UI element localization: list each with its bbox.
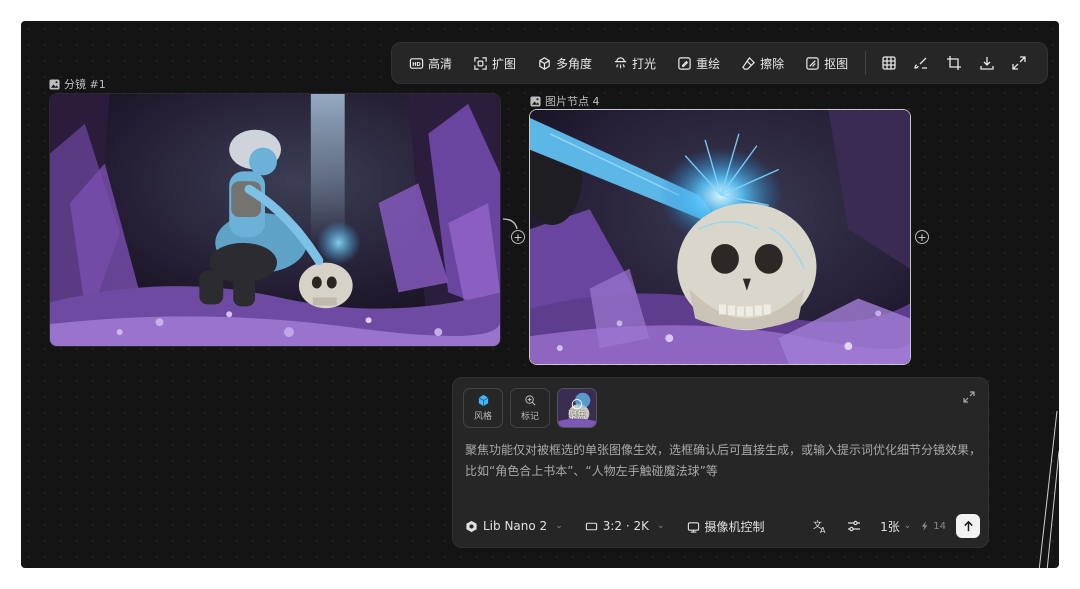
count-label: 1张 — [880, 519, 900, 534]
hd-icon: HD — [409, 57, 424, 69]
expand-panel-icon[interactable] — [962, 390, 976, 404]
chevron-down-icon: ⌄ — [555, 521, 563, 531]
multi-angle-label: 多角度 — [556, 56, 593, 71]
grid-button[interactable] — [874, 48, 904, 78]
node-connector — [502, 218, 518, 230]
hd-label: 高清 — [428, 56, 453, 71]
download-icon — [979, 57, 994, 70]
node1-title: 分镜 #1 — [49, 76, 106, 92]
node2-title: 图片节点 4 — [530, 93, 600, 109]
send-button[interactable] — [956, 514, 980, 538]
hd-button[interactable]: HD 高清 — [402, 48, 459, 78]
image-node-4[interactable] — [529, 109, 911, 365]
prompt-settings-bar: Lib Nano 2 ⌄ 3:2 · 2K ⌄ 摄像机控制 文A 1张 ⌄ 14 — [465, 513, 980, 539]
erase-label: 擦除 — [760, 56, 785, 71]
brush-button[interactable] — [907, 48, 937, 78]
crop-icon — [947, 56, 962, 70]
storyboard-picture — [50, 94, 500, 346]
add-node-button-right[interactable]: + — [915, 230, 929, 244]
image-icon — [49, 78, 60, 90]
lighting-label: 打光 — [632, 56, 657, 71]
lighting-icon — [614, 56, 627, 68]
focus-chip[interactable]: 聚焦 — [557, 388, 597, 428]
mark-chip-label: 标记 — [520, 412, 539, 422]
camera-icon — [687, 521, 699, 533]
svg-text:HD: HD — [412, 61, 421, 67]
multi-angle-button[interactable]: 多角度 — [530, 48, 599, 78]
repaint-label: 重绘 — [696, 56, 721, 71]
toolbar-divider — [865, 51, 867, 75]
repaint-button[interactable]: 重绘 — [670, 48, 727, 78]
count-selector[interactable]: 1张 ⌄ — [880, 518, 911, 535]
cube-icon — [478, 394, 488, 407]
settings-sliders-icon[interactable] — [846, 518, 862, 534]
multi-angle-icon — [539, 56, 550, 70]
style-chip-label: 风格 — [473, 412, 492, 422]
brush-icon — [914, 57, 928, 69]
grid-icon — [882, 56, 896, 70]
translate-icon[interactable]: 文A — [812, 518, 828, 534]
cutout-label: 抠图 — [824, 56, 849, 71]
camera-control-button[interactable]: 摄像机控制 — [687, 518, 765, 535]
focused-picture — [530, 110, 910, 364]
camera-control-label: 摄像机控制 — [704, 519, 765, 534]
fullscreen-button[interactable] — [1004, 48, 1034, 78]
aspect-ratio-icon — [585, 522, 597, 530]
mark-icon — [524, 395, 536, 406]
svg-text:A: A — [820, 526, 826, 534]
mark-chip[interactable]: 标记 — [510, 388, 550, 428]
expand-image-icon — [474, 56, 487, 70]
fullscreen-icon — [1012, 56, 1026, 70]
cutout-icon — [806, 56, 819, 70]
outpaint-button[interactable]: 扩图 — [466, 48, 523, 78]
prompt-input[interactable]: 聚焦功能仅对被框选的单张图像生效，选框确认后可直接生成，或输入提示词优化细节分镜… — [465, 440, 981, 482]
outpaint-label: 扩图 — [492, 56, 517, 71]
arrow-up-icon — [963, 520, 973, 531]
credits-cost: 14 — [921, 521, 946, 532]
repaint-icon — [678, 56, 691, 70]
model-selector[interactable]: Lib Nano 2 ⌄ — [465, 519, 563, 533]
image-toolbar: HD 高清 扩图 多角度 打光 重绘 擦除 抠图 — [391, 42, 1048, 84]
chevron-down-icon: ⌄ — [903, 521, 912, 531]
style-chip[interactable]: 风格 — [463, 388, 503, 428]
credits-value: 14 — [933, 520, 946, 532]
node2-label: 图片节点 4 — [545, 95, 600, 108]
cutout-button[interactable]: 抠图 — [798, 48, 855, 78]
eraser-icon — [742, 56, 756, 70]
lightning-icon — [922, 521, 928, 531]
crop-button[interactable] — [939, 48, 969, 78]
canvas[interactable]: HD 高清 扩图 多角度 打光 重绘 擦除 抠图 分镜 #1 + 图片节点 4 … — [21, 21, 1059, 568]
image-icon — [530, 95, 541, 107]
erase-button[interactable]: 擦除 — [734, 48, 791, 78]
download-button[interactable] — [972, 48, 1002, 78]
model-label: Lib Nano 2 — [483, 519, 548, 533]
ratio-selector[interactable]: 3:2 · 2K ⌄ — [585, 519, 665, 533]
node1-label: 分镜 #1 — [64, 78, 106, 91]
ratio-label: 3:2 · 2K — [602, 519, 649, 533]
lighting-button[interactable]: 打光 — [606, 48, 663, 78]
focus-chip-label: 聚焦 — [567, 411, 586, 421]
prompt-panel: 风格 标记 聚焦 聚焦功能仅对被框选的单张图像生效，选框确认后可直接生成，或输入… — [452, 377, 989, 548]
model-icon — [466, 520, 477, 532]
storyboard-image-1[interactable] — [49, 93, 501, 347]
chevron-down-icon: ⌄ — [657, 521, 665, 531]
canvas-edge-lines — [1038, 411, 1059, 568]
